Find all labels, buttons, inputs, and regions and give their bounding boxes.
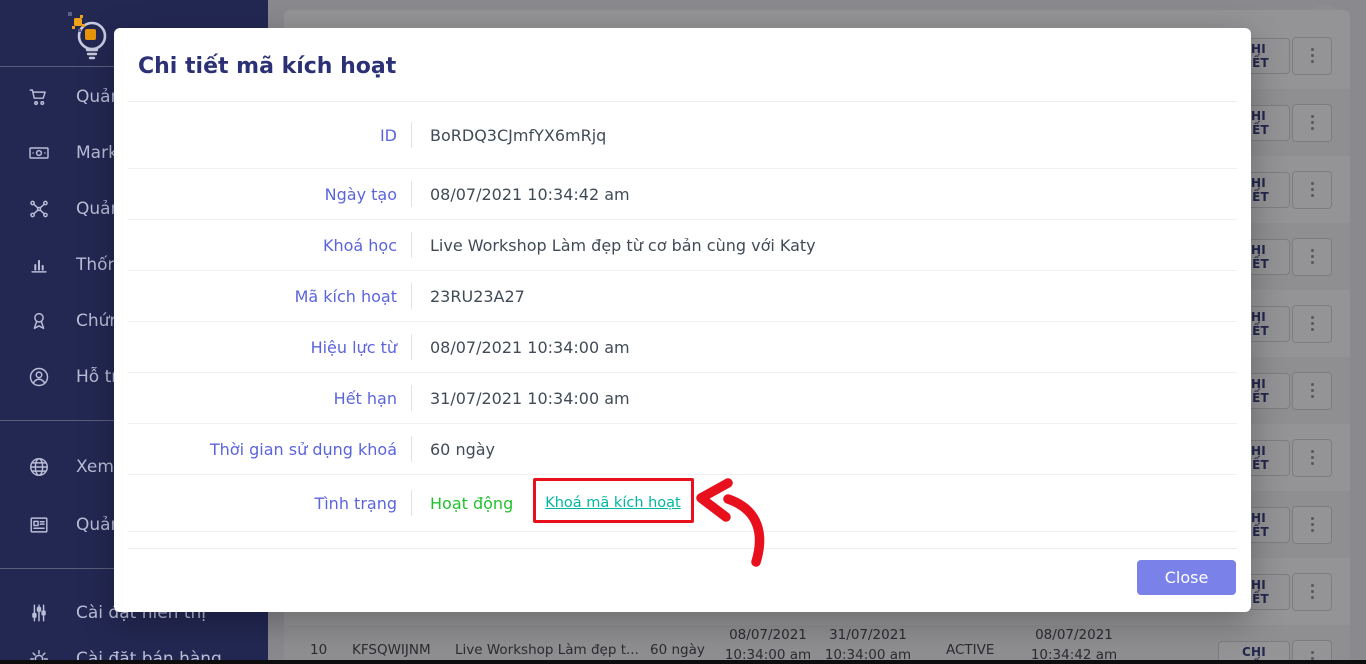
detail-label: Mã kích hoạt — [128, 287, 397, 306]
newspaper-icon — [28, 514, 50, 536]
detail-value: Live Workshop Làm đẹp từ cơ bản cùng với… — [430, 236, 816, 255]
detail-value: 23RU23A27 — [430, 287, 525, 306]
status-value: Hoạt động — [430, 494, 513, 513]
network-icon — [28, 198, 50, 220]
user-icon — [28, 366, 50, 388]
detail-label: Thời gian sử dụng khoá — [128, 440, 397, 459]
close-button[interactable]: Close — [1137, 560, 1236, 595]
detail-value: BoRDQ3CJmfYX6mRjq — [430, 126, 606, 145]
detail-label: Ngày tạo — [128, 185, 397, 204]
globe-icon — [28, 456, 50, 478]
field-separator — [411, 385, 412, 411]
field-separator — [411, 232, 412, 258]
detail-value: 08/07/2021 10:34:00 am — [430, 338, 630, 357]
modal-title: Chi tiết mã kích hoạt — [114, 28, 1251, 79]
modal-body: ID BoRDQ3CJmfYX6mRjq Ngày tạo 08/07/2021… — [128, 102, 1237, 532]
money-icon — [28, 142, 50, 164]
detail-label: Khoá học — [128, 236, 397, 255]
field-separator — [411, 334, 412, 360]
detail-value: 08/07/2021 10:34:42 am — [430, 185, 630, 204]
detail-label: ID — [128, 126, 397, 145]
sliders-icon — [28, 602, 50, 624]
medal-icon — [28, 310, 50, 332]
detail-label: Hiệu lực từ — [128, 338, 397, 357]
window-bottom-edge — [0, 660, 1366, 664]
lightbulb-logo-icon[interactable] — [58, 4, 122, 66]
detail-label: Hết hạn — [128, 389, 397, 408]
field-separator — [411, 122, 412, 148]
detail-row-duration: Thời gian sử dụng khoá 60 ngày — [128, 424, 1237, 475]
detail-row-valid-from: Hiệu lực từ 08/07/2021 10:34:00 am — [128, 322, 1237, 373]
detail-value: 31/07/2021 10:34:00 am — [430, 389, 630, 408]
detail-row-created: Ngày tạo 08/07/2021 10:34:42 am — [128, 169, 1237, 220]
detail-row-course: Khoá học Live Workshop Làm đẹp từ cơ bản… — [128, 220, 1237, 271]
detail-row-code: Mã kích hoạt 23RU23A27 — [128, 271, 1237, 322]
detail-row-expires: Hết hạn 31/07/2021 10:34:00 am — [128, 373, 1237, 424]
modal-footer-divider — [128, 548, 1237, 549]
bar-chart-icon — [28, 254, 50, 276]
cart-icon — [28, 86, 50, 108]
detail-label: Tình trạng — [128, 494, 397, 513]
detail-value: 60 ngày — [430, 440, 495, 459]
field-separator — [411, 283, 412, 309]
field-separator — [411, 436, 412, 462]
field-separator — [411, 490, 412, 516]
app-root: Quản Marke Quản Thống Chứng — [0, 0, 1366, 664]
detail-row-id: ID BoRDQ3CJmfYX6mRjq — [128, 102, 1237, 169]
field-separator — [411, 181, 412, 207]
red-highlight-box — [533, 478, 694, 523]
red-arrow-annotation — [690, 472, 770, 576]
activation-code-detail-modal: Chi tiết mã kích hoạt ID BoRDQ3CJmfYX6mR… — [114, 28, 1251, 612]
